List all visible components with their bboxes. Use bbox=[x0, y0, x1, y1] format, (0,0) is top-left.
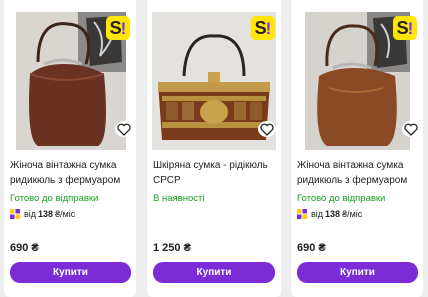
product-card[interactable]: S! Жіноча вінтажна сумка ридикюль з ферм… bbox=[4, 0, 136, 297]
product-card[interactable]: S! Шкіряна сумка - рідікюль СРСР В наявн… bbox=[147, 0, 281, 297]
product-price: 1 250 ₴ bbox=[153, 242, 191, 254]
availability-status: В наявності bbox=[153, 193, 205, 204]
installment-amount: 138 bbox=[38, 209, 54, 219]
installment-amount: 138 bbox=[325, 209, 341, 219]
installment-info: від 138 ₴/міс bbox=[297, 209, 362, 219]
product-title[interactable]: Жіноча вінтажна сумка ридикюль з фермуар… bbox=[10, 158, 132, 188]
favorite-heart-icon[interactable] bbox=[115, 121, 133, 137]
favorite-heart-icon[interactable] bbox=[258, 121, 276, 137]
favorite-heart-icon[interactable] bbox=[402, 121, 420, 137]
product-price: 690 ₴ bbox=[10, 242, 39, 254]
product-price: 690 ₴ bbox=[297, 242, 326, 254]
availability-status: Готово до відправки bbox=[297, 193, 386, 204]
installment-icon bbox=[297, 209, 307, 219]
installment-prefix: від bbox=[311, 209, 324, 219]
installment-icon bbox=[10, 209, 20, 219]
buy-button[interactable]: Купити bbox=[297, 262, 418, 283]
product-title[interactable]: Шкіряна сумка - рідікюль СРСР bbox=[153, 158, 275, 188]
promo-badge: S! bbox=[251, 16, 275, 40]
promo-badge: S! bbox=[393, 16, 417, 40]
availability-status: Готово до відправки bbox=[10, 193, 99, 204]
installment-suffix: ₴/міс bbox=[342, 209, 363, 219]
promo-badge: S! bbox=[106, 16, 130, 40]
product-card[interactable]: S! Жіноча вінтажна сумка ридикюль з ферм… bbox=[291, 0, 423, 297]
product-title[interactable]: Жіноча вінтажна сумка ридикюль з фермуар… bbox=[297, 158, 419, 188]
installment-suffix: ₴/міс bbox=[55, 209, 76, 219]
installment-prefix: від bbox=[24, 209, 37, 219]
buy-button[interactable]: Купити bbox=[10, 262, 131, 283]
installment-info: від 138 ₴/міс bbox=[10, 209, 75, 219]
buy-button[interactable]: Купити bbox=[153, 262, 275, 283]
